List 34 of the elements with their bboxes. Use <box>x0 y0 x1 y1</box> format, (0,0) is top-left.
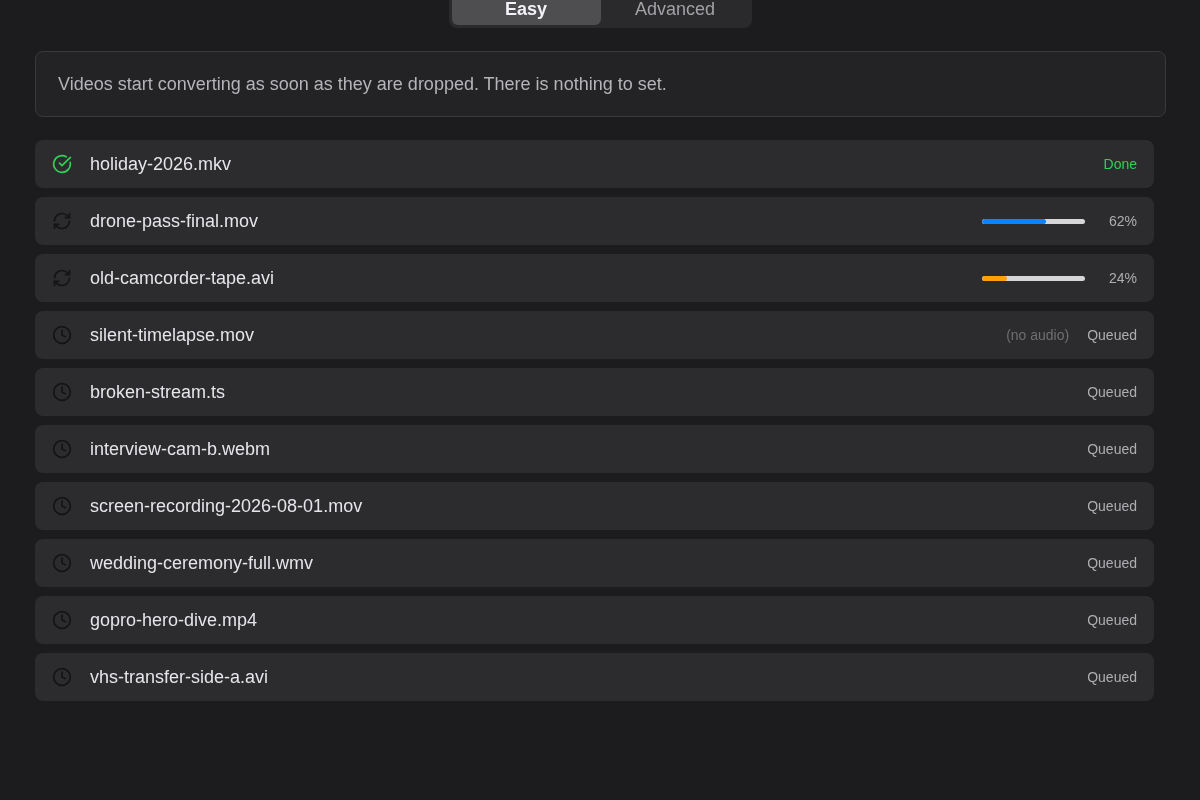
file-name: gopro-hero-dive.mp4 <box>90 609 258 631</box>
file-name: interview-cam-b.webm <box>90 438 271 460</box>
status-label: Queued <box>1087 612 1137 628</box>
status-label: Done <box>1103 156 1137 172</box>
file-note: (no audio) <box>1006 327 1070 343</box>
clock-icon <box>52 496 72 516</box>
status-label: Queued <box>1087 669 1137 685</box>
clock-icon <box>52 610 72 630</box>
status-label: Queued <box>1087 441 1137 457</box>
clock-icon <box>52 667 72 687</box>
clock-icon <box>52 382 72 402</box>
mode-tab[interactable]: Easy <box>451 0 601 25</box>
file-name: drone-pass-final.mov <box>90 210 259 232</box>
status-label: Queued <box>1087 384 1137 400</box>
file-name: vhs-transfer-side-a.avi <box>90 666 269 688</box>
file-name: wedding-ceremony-full.wmv <box>90 552 314 574</box>
progress-percent: 24% <box>1108 270 1137 286</box>
clock-icon <box>52 325 72 345</box>
progress-percent: 62% <box>1108 213 1137 229</box>
clock-icon <box>52 439 72 459</box>
status-label: Queued <box>1087 555 1137 571</box>
refresh-icon <box>52 268 72 288</box>
status-label: Queued <box>1087 498 1137 514</box>
mode-tab[interactable]: Advanced <box>600 0 750 25</box>
file-name: broken-stream.ts <box>90 381 226 403</box>
check-circle-icon <box>52 154 72 174</box>
file-name: holiday-2026.mkv <box>90 153 232 175</box>
info-message: Videos start converting as soon as they are dropped. There is nothing to set. <box>58 73 667 95</box>
refresh-icon <box>52 211 72 231</box>
status-label: Queued <box>1087 327 1137 343</box>
file-name: silent-timelapse.mov <box>90 324 255 346</box>
file-name: screen-recording-2026-08-01.mov <box>90 495 363 517</box>
file-name: old-camcorder-tape.avi <box>90 267 275 289</box>
clock-icon <box>52 553 72 573</box>
